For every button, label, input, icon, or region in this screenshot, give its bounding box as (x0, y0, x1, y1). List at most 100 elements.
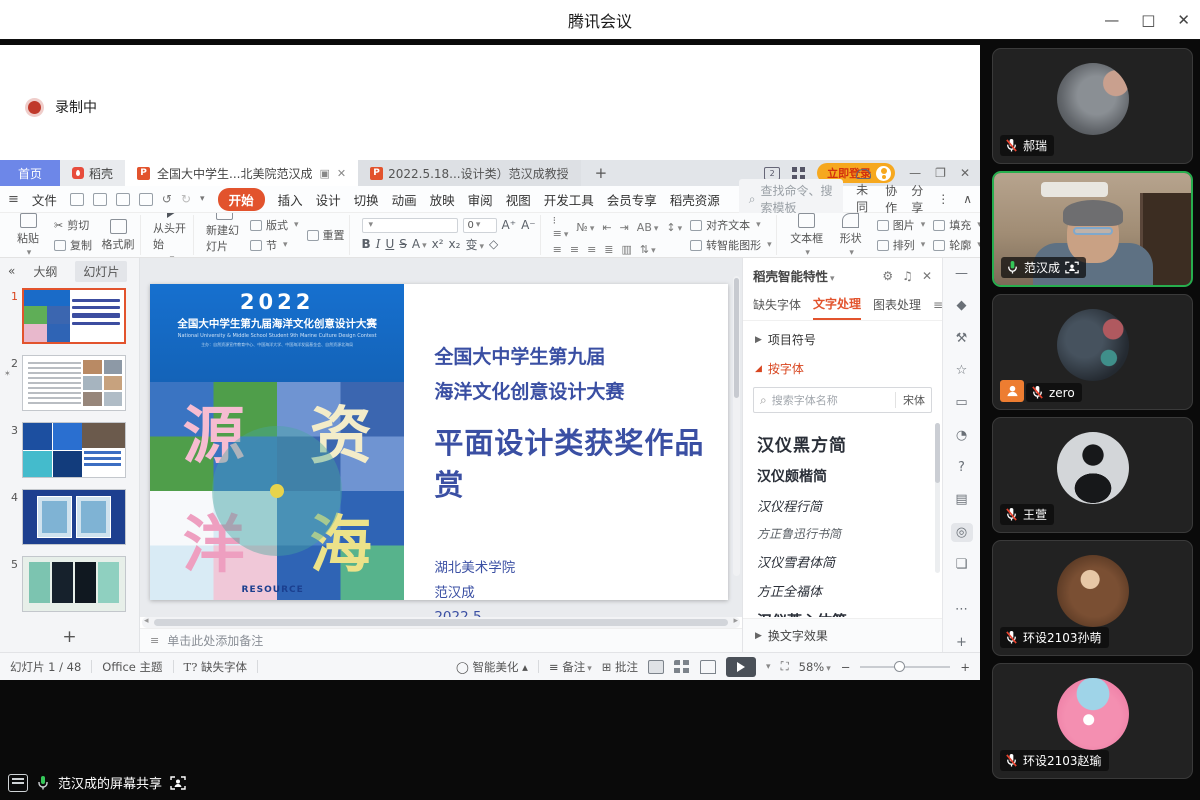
text-effect-button[interactable]: 变 (465, 236, 484, 253)
superscript-button[interactable]: x² (432, 237, 444, 251)
tab-slides[interactable]: 幻灯片 (75, 261, 127, 282)
bell-icon[interactable]: ♫ (902, 269, 913, 283)
menu-review[interactable]: 审阅 (468, 190, 493, 209)
minimize-icon[interactable]: — (1104, 11, 1119, 29)
fit-slide-icon[interactable]: ⛶ (781, 659, 789, 674)
play-from-start-button[interactable]: 从头开始 (153, 213, 189, 258)
justify-icon[interactable]: ≣ (604, 243, 613, 256)
smart-panel-title[interactable]: 稻壳智能特性 (753, 266, 835, 285)
menu-file[interactable]: 文件 (32, 190, 57, 209)
slide-thumbnail-1[interactable] (22, 288, 126, 344)
slide-canvas[interactable]: 2022 全国大中学生第九届海洋文化创意设计大赛 National Univer… (140, 258, 742, 617)
collapse-panel-icon[interactable]: « (8, 264, 15, 278)
tab-outline[interactable]: 大纲 (29, 261, 61, 282)
subscript-button[interactable]: x₂ (449, 237, 461, 251)
tab-document-2[interactable]: P 2022.5.18...设计类）范汉成教授 (358, 160, 581, 186)
rail-book-icon[interactable]: ❏ (951, 555, 973, 574)
zoom-level[interactable]: 58% (799, 660, 831, 674)
rail-add-icon[interactable]: + (951, 633, 973, 652)
hamburger-icon[interactable]: ≡ (8, 192, 19, 207)
align-center-icon[interactable]: ≡ (570, 243, 579, 256)
font-item[interactable]: 汉仪菱心体简 (757, 610, 942, 617)
new-slide-button[interactable]: 新建幻灯片 (206, 213, 242, 258)
menu-design[interactable]: 设计 (316, 190, 341, 209)
share-button[interactable]: 分享 (911, 182, 923, 216)
slide-thumbnail-2[interactable] (22, 355, 126, 411)
slide-thumbnail-3[interactable] (22, 422, 126, 478)
save-icon[interactable] (70, 193, 84, 206)
comments-button[interactable]: ⊞ 批注 (602, 659, 638, 675)
participant-tile[interactable]: 环设2103孙萌 (992, 540, 1193, 656)
tab-docer[interactable]: 稻壳 (60, 160, 125, 186)
member-list-icon[interactable] (8, 774, 28, 792)
font-item[interactable]: 方正全福体 (757, 581, 942, 600)
current-slide[interactable]: 2022 全国大中学生第九届海洋文化创意设计大赛 National Univer… (150, 284, 728, 600)
format-painter-button[interactable]: 格式刷 (100, 219, 136, 252)
slide-thumbnail-4[interactable] (22, 489, 126, 545)
beautify-button[interactable]: ◯ 智能美化 ▴ (456, 659, 528, 675)
rail-history-icon[interactable]: ◔ (951, 426, 973, 445)
font-search-box[interactable]: ⌕ 宋体 (753, 387, 932, 413)
font-color-button[interactable]: A (412, 237, 427, 251)
rail-star-icon[interactable]: ☆ (951, 361, 973, 380)
bold-button[interactable]: B (362, 237, 371, 251)
undo-icon[interactable]: ↺ (162, 192, 172, 206)
font-item[interactable]: 汉仪程行简 (757, 496, 942, 515)
menu-docer-resource[interactable]: 稻壳资源 (670, 190, 720, 209)
rail-docer-icon[interactable]: ◆ (951, 296, 973, 315)
fill-button[interactable]: 填充 (933, 217, 980, 233)
panel-tab-text[interactable]: 文字处理 (813, 295, 861, 320)
menu-devtools[interactable]: 开发工具 (544, 190, 594, 209)
output-icon[interactable] (93, 193, 107, 206)
collab-button[interactable]: 协作 (885, 182, 897, 216)
italic-button[interactable]: I (376, 237, 381, 251)
section-button[interactable]: 节 (250, 237, 299, 253)
play-dropdown-icon[interactable]: ▾ (766, 662, 771, 672)
rail-settings-icon[interactable]: ⚒ (951, 329, 973, 348)
cut-button[interactable]: ✂剪切 (54, 217, 92, 233)
picture-button[interactable]: 图片 (877, 217, 926, 233)
theme-label[interactable]: Office 主题 (102, 659, 162, 675)
gear-icon[interactable]: ⚙ (882, 269, 893, 283)
rail-smart-feature-icon[interactable]: ◎ (951, 523, 973, 542)
missing-fonts-button[interactable]: T? 缺失字体 (184, 659, 248, 675)
participant-tile[interactable]: 郝瑞 (992, 48, 1193, 164)
participant-tile[interactable]: zero (992, 294, 1193, 410)
layout-button[interactable]: 版式 (250, 217, 299, 233)
strikethrough-button[interactable]: S (399, 237, 407, 251)
bullet-section-toggle[interactable]: ▶ 项目符号 (743, 321, 942, 350)
font-size-select[interactable]: 0 (463, 218, 497, 233)
reset-button[interactable]: 重置 (307, 227, 345, 243)
slideshow-play-button[interactable] (726, 657, 756, 677)
menu-transition[interactable]: 切换 (354, 190, 379, 209)
text-direction-button[interactable]: AB (637, 221, 659, 234)
rail-card-icon[interactable]: ▤ (951, 490, 973, 509)
line-spacing-button[interactable]: ↕ (666, 221, 682, 234)
zoom-in-icon[interactable]: + (960, 660, 970, 674)
font-name-select[interactable] (362, 218, 458, 233)
screen-share-banner[interactable]: 范汉成的屏幕共享 (8, 773, 186, 792)
notes-bar[interactable]: ≡ 单击此处添加备注 (140, 628, 742, 652)
zoom-out-icon[interactable]: − (841, 660, 851, 674)
slide-thumbnail-5[interactable] (22, 556, 126, 612)
rail-help-icon[interactable]: ? (951, 458, 973, 477)
shape-button[interactable]: 形状 (833, 213, 869, 258)
tab-home[interactable]: 首页 (0, 160, 60, 186)
print-icon[interactable] (116, 193, 130, 206)
tab-close-icon[interactable]: ✕ (337, 167, 346, 180)
participant-tile-speaking[interactable]: 范汉成 (992, 171, 1193, 287)
panel-tab-chart[interactable]: 图表处理 (873, 296, 921, 319)
zoom-knob[interactable] (894, 661, 905, 672)
redo-icon[interactable]: ↻ (181, 192, 191, 206)
increase-font-icon[interactable]: A⁺ (502, 218, 517, 232)
row-spacing-icon[interactable]: ⇅ (640, 243, 656, 256)
textbox-button[interactable]: 文本框 (789, 213, 825, 258)
font-filter-select[interactable]: 宋体 (895, 392, 925, 408)
reading-view-icon[interactable] (700, 660, 716, 674)
font-search-input[interactable] (772, 394, 890, 407)
menu-view[interactable]: 视图 (506, 190, 531, 209)
bullets-button[interactable]: ⁝≡ (553, 214, 569, 240)
more-menu-icon[interactable]: ⋮ (937, 192, 949, 206)
panel-close-icon[interactable]: ✕ (922, 269, 932, 283)
font-item[interactable]: 汉仪颇楷简 (757, 466, 942, 486)
